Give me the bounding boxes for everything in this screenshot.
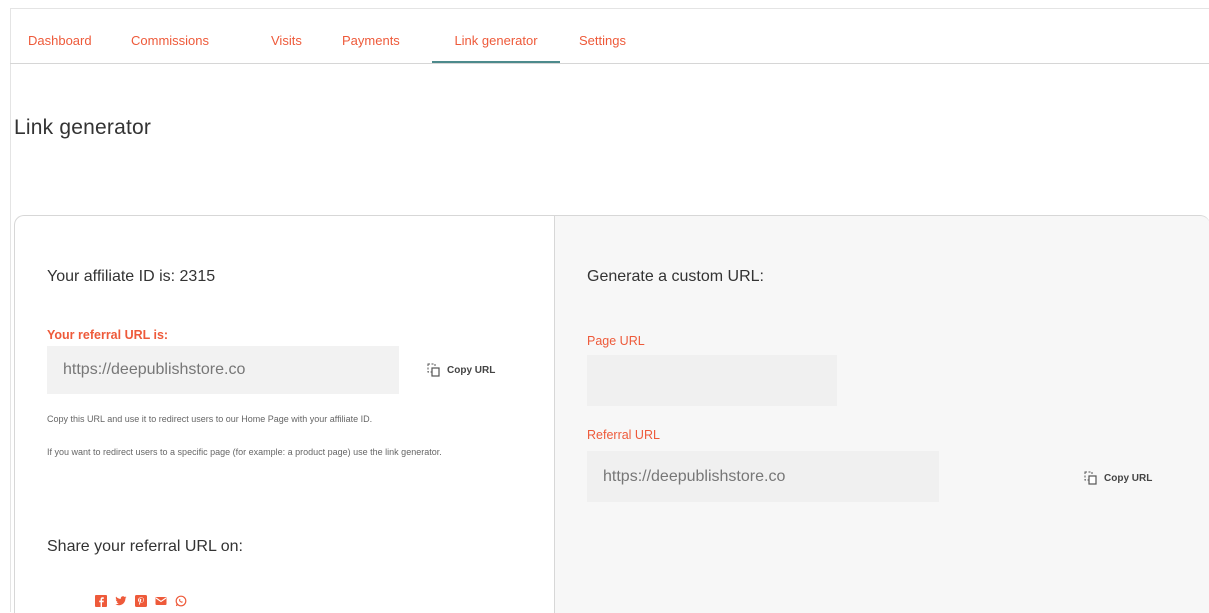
tab-commissions[interactable]: Commissions — [131, 9, 209, 63]
tab-bar: Dashboard Commissions Visits Payments Li… — [10, 9, 1209, 64]
copy-icon — [427, 363, 440, 377]
referral-help-text: Copy this URL and use it to redirect use… — [47, 414, 373, 424]
tab-link-generator[interactable]: Link generator — [432, 9, 560, 63]
email-icon[interactable] — [155, 595, 167, 607]
copy-custom-url-label: Copy URL — [1104, 472, 1153, 484]
referral-panel: Your affiliate ID is: 2315 Your referral… — [14, 215, 555, 613]
custom-url-panel: Generate a custom URL: Page URL Referral… — [554, 215, 1209, 613]
affiliate-id-heading: Your affiliate ID is: 2315 — [47, 268, 215, 286]
share-heading: Share your referral URL on: — [47, 538, 243, 555]
share-icon-row — [95, 595, 187, 607]
referral-url-field[interactable] — [47, 346, 399, 394]
custom-url-heading: Generate a custom URL: — [587, 268, 764, 285]
link-generator-help-text: If you want to redirect users to a speci… — [47, 447, 442, 457]
facebook-icon[interactable] — [95, 595, 107, 607]
tab-settings[interactable]: Settings — [579, 9, 626, 63]
page-title: Link generator — [14, 116, 152, 139]
affiliate-id-value: 2315 — [179, 268, 216, 285]
tab-payments[interactable]: Payments — [342, 9, 400, 63]
pinterest-icon[interactable] — [135, 595, 147, 607]
copy-icon — [1084, 471, 1097, 485]
tab-dashboard[interactable]: Dashboard — [28, 9, 92, 63]
referral-url-label: Your referral URL is: — [47, 328, 169, 342]
referral-url-label-right: Referral URL — [587, 428, 660, 442]
copy-url-label: Copy URL — [447, 364, 496, 376]
copy-custom-url-button[interactable]: Copy URL — [1084, 471, 1152, 485]
frame-left-border — [10, 8, 11, 612]
page-url-label: Page URL — [587, 334, 645, 348]
tab-visits[interactable]: Visits — [271, 9, 302, 63]
whatsapp-icon[interactable] — [175, 595, 187, 607]
affiliate-id-label: Your affiliate ID is: — [47, 268, 176, 285]
page-url-input[interactable] — [587, 355, 837, 406]
referral-url-output[interactable] — [587, 451, 939, 502]
copy-url-button[interactable]: Copy URL — [427, 363, 495, 377]
twitter-icon[interactable] — [115, 595, 127, 607]
